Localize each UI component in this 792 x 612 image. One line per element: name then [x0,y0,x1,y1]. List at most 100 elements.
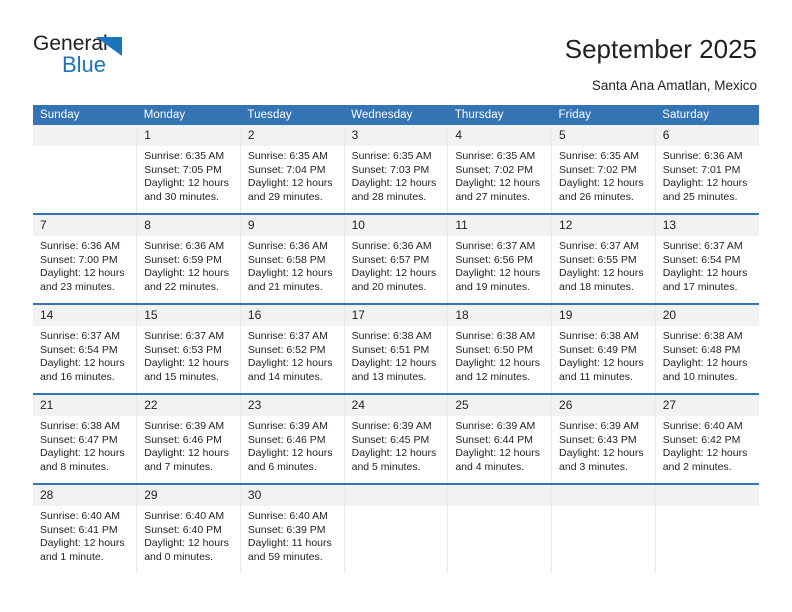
calendar-day-cell[interactable]: 29 Sunrise: 6:40 AM Sunset: 6:40 PM Dayl… [136,483,241,573]
day-number: 24 [344,395,448,416]
sunrise-text: Sunrise: 6:38 AM [455,330,536,342]
day-number [344,485,448,506]
day-details: Sunrise: 6:40 AM Sunset: 6:40 PM Dayligh… [137,506,240,564]
calendar-day-cell[interactable]: 8 Sunrise: 6:36 AM Sunset: 6:59 PM Dayli… [136,213,241,304]
calendar-day-cell[interactable]: 11 Sunrise: 6:37 AM Sunset: 6:56 PM Dayl… [447,213,553,304]
calendar-day-cell[interactable]: 13 Sunrise: 6:37 AM Sunset: 6:54 PM Dayl… [655,213,759,304]
day-details: Sunrise: 6:35 AM Sunset: 7:04 PM Dayligh… [241,146,344,204]
day-details: Sunrise: 6:38 AM Sunset: 6:48 PM Dayligh… [656,326,759,384]
sunset-text: Sunset: 6:42 PM [662,433,741,446]
daylight-text-line2: and 29 minutes. [247,190,323,203]
daylight-text-line1: Daylight: 12 hours [662,357,748,370]
general-blue-logo[interactable]: General Blue [33,33,153,81]
sunset-text: Sunset: 7:05 PM [144,163,222,176]
calendar-day-cell[interactable]: 3 Sunrise: 6:35 AM Sunset: 7:03 PM Dayli… [344,125,449,214]
calendar-day-cell[interactable]: 26 Sunrise: 6:39 AM Sunset: 6:43 PM Dayl… [551,393,656,484]
calendar-day-cell[interactable]: 15 Sunrise: 6:37 AM Sunset: 6:53 PM Dayl… [136,303,241,394]
day-number: 28 [33,485,137,506]
calendar-day-cell[interactable]: 2 Sunrise: 6:35 AM Sunset: 7:04 PM Dayli… [240,125,345,214]
calendar-day-cell[interactable]: 23 Sunrise: 6:39 AM Sunset: 6:46 PM Dayl… [240,393,345,484]
sunrise-text: Sunrise: 6:38 AM [351,330,432,342]
day-number: 2 [240,125,344,146]
daylight-text-line2: and 2 minutes. [662,460,732,473]
day-number: 9 [240,215,344,236]
sunset-text: Sunset: 6:54 PM [662,253,741,266]
sunrise-text: Sunrise: 6:37 AM [455,240,536,252]
daylight-text-line1: Daylight: 12 hours [662,267,748,280]
calendar-day-cell[interactable]: 6 Sunrise: 6:36 AM Sunset: 7:01 PM Dayli… [655,125,759,214]
daylight-text-line1: Daylight: 12 hours [455,267,540,280]
day-details: Sunrise: 6:40 AM Sunset: 6:42 PM Dayligh… [656,416,759,474]
daylight-text-line2: and 8 minutes. [40,460,109,473]
day-details: Sunrise: 6:39 AM Sunset: 6:44 PM Dayligh… [448,416,551,474]
calendar-day-cell[interactable]: 22 Sunrise: 6:39 AM Sunset: 6:46 PM Dayl… [136,393,241,484]
calendar-day-cell[interactable]: 4 Sunrise: 6:35 AM Sunset: 7:02 PM Dayli… [447,125,553,214]
day-number: 8 [137,215,240,236]
sunrise-text: Sunrise: 6:35 AM [247,150,328,162]
calendar-day-cell[interactable]: 18 Sunrise: 6:38 AM Sunset: 6:50 PM Dayl… [447,303,553,394]
day-details: Sunrise: 6:35 AM Sunset: 7:02 PM Dayligh… [448,146,551,204]
day-number: 12 [552,215,655,236]
day-number: 14 [33,305,137,326]
calendar-day-cell[interactable]: 7 Sunrise: 6:36 AM Sunset: 7:00 PM Dayli… [33,213,138,304]
calendar-day-cell[interactable]: 25 Sunrise: 6:39 AM Sunset: 6:44 PM Dayl… [447,393,553,484]
calendar-day-cell[interactable]: 27 Sunrise: 6:40 AM Sunset: 6:42 PM Dayl… [655,393,759,484]
calendar-day-cell [551,483,656,573]
calendar-day-cell[interactable]: 1 Sunrise: 6:35 AM Sunset: 7:05 PM Dayli… [136,125,241,214]
calendar-day-cell[interactable]: 16 Sunrise: 6:37 AM Sunset: 6:52 PM Dayl… [240,303,345,394]
daylight-text-line2: and 4 minutes. [455,460,525,473]
day-number [448,485,552,506]
calendar-week-row: 7 Sunrise: 6:36 AM Sunset: 7:00 PM Dayli… [33,213,759,304]
calendar-day-cell[interactable]: 9 Sunrise: 6:36 AM Sunset: 6:58 PM Dayli… [240,213,345,304]
calendar-day-cell[interactable]: 17 Sunrise: 6:38 AM Sunset: 6:51 PM Dayl… [344,303,449,394]
day-number [552,485,655,506]
weekday-header-tuesday: Tuesday [240,105,345,125]
calendar-day-cell[interactable]: 10 Sunrise: 6:36 AM Sunset: 6:57 PM Dayl… [344,213,449,304]
day-number: 19 [552,305,655,326]
day-number: 26 [552,395,655,416]
daylight-text-line2: and 16 minutes. [40,370,115,383]
calendar-day-cell[interactable]: 30 Sunrise: 6:40 AM Sunset: 6:39 PM Dayl… [240,483,345,573]
daylight-text-line2: and 21 minutes. [247,280,323,293]
sunrise-text: Sunrise: 6:38 AM [662,330,743,342]
calendar-day-cell[interactable]: 20 Sunrise: 6:38 AM Sunset: 6:48 PM Dayl… [655,303,759,394]
day-number: 15 [137,305,240,326]
calendar-day-cell[interactable]: 12 Sunrise: 6:37 AM Sunset: 6:55 PM Dayl… [551,213,656,304]
day-details: Sunrise: 6:36 AM Sunset: 6:57 PM Dayligh… [345,236,448,294]
calendar-day-cell[interactable]: 21 Sunrise: 6:38 AM Sunset: 6:47 PM Dayl… [33,393,138,484]
sunrise-text: Sunrise: 6:37 AM [247,330,328,342]
sunrise-text: Sunrise: 6:40 AM [662,420,743,432]
daylight-text-line1: Daylight: 12 hours [455,177,540,190]
daylight-text-line2: and 20 minutes. [351,280,427,293]
sunrise-text: Sunrise: 6:39 AM [144,420,225,432]
calendar-day-cell[interactable]: 14 Sunrise: 6:37 AM Sunset: 6:54 PM Dayl… [33,303,138,394]
day-details: Sunrise: 6:37 AM Sunset: 6:52 PM Dayligh… [241,326,344,384]
sunset-text: Sunset: 6:47 PM [40,433,118,446]
day-details: Sunrise: 6:37 AM Sunset: 6:53 PM Dayligh… [137,326,240,384]
day-details: Sunrise: 6:38 AM Sunset: 6:49 PM Dayligh… [552,326,655,384]
sunrise-text: Sunrise: 6:35 AM [144,150,225,162]
calendar-header-row: Sunday Monday Tuesday Wednesday Thursday… [33,105,759,125]
daylight-text-line2: and 10 minutes. [662,370,738,383]
calendar-day-cell [447,483,553,573]
day-details: Sunrise: 6:39 AM Sunset: 6:45 PM Dayligh… [345,416,448,474]
day-details: Sunrise: 6:39 AM Sunset: 6:43 PM Dayligh… [552,416,655,474]
calendar-week-row: 1 Sunrise: 6:35 AM Sunset: 7:05 PM Dayli… [33,125,759,214]
daylight-text-line1: Daylight: 12 hours [144,447,229,460]
day-number: 13 [655,215,759,236]
calendar-day-cell[interactable]: 28 Sunrise: 6:40 AM Sunset: 6:41 PM Dayl… [33,483,138,573]
logo-text-blue: Blue [62,52,107,77]
calendar-day-cell[interactable]: 24 Sunrise: 6:39 AM Sunset: 6:45 PM Dayl… [344,393,449,484]
calendar-day-cell[interactable]: 19 Sunrise: 6:38 AM Sunset: 6:49 PM Dayl… [551,303,656,394]
daylight-text-line1: Daylight: 12 hours [247,177,333,190]
daylight-text-line1: Daylight: 12 hours [455,447,540,460]
daylight-text-line2: and 13 minutes. [351,370,427,383]
sunset-text: Sunset: 7:00 PM [40,253,118,266]
sunset-text: Sunset: 6:48 PM [662,343,741,356]
calendar-day-cell[interactable]: 5 Sunrise: 6:35 AM Sunset: 7:02 PM Dayli… [551,125,656,214]
daylight-text-line2: and 25 minutes. [662,190,738,203]
sunset-text: Sunset: 6:53 PM [144,343,222,356]
sunrise-text: Sunrise: 6:39 AM [455,420,536,432]
sunset-text: Sunset: 6:43 PM [559,433,637,446]
daylight-text-line1: Daylight: 12 hours [351,177,437,190]
